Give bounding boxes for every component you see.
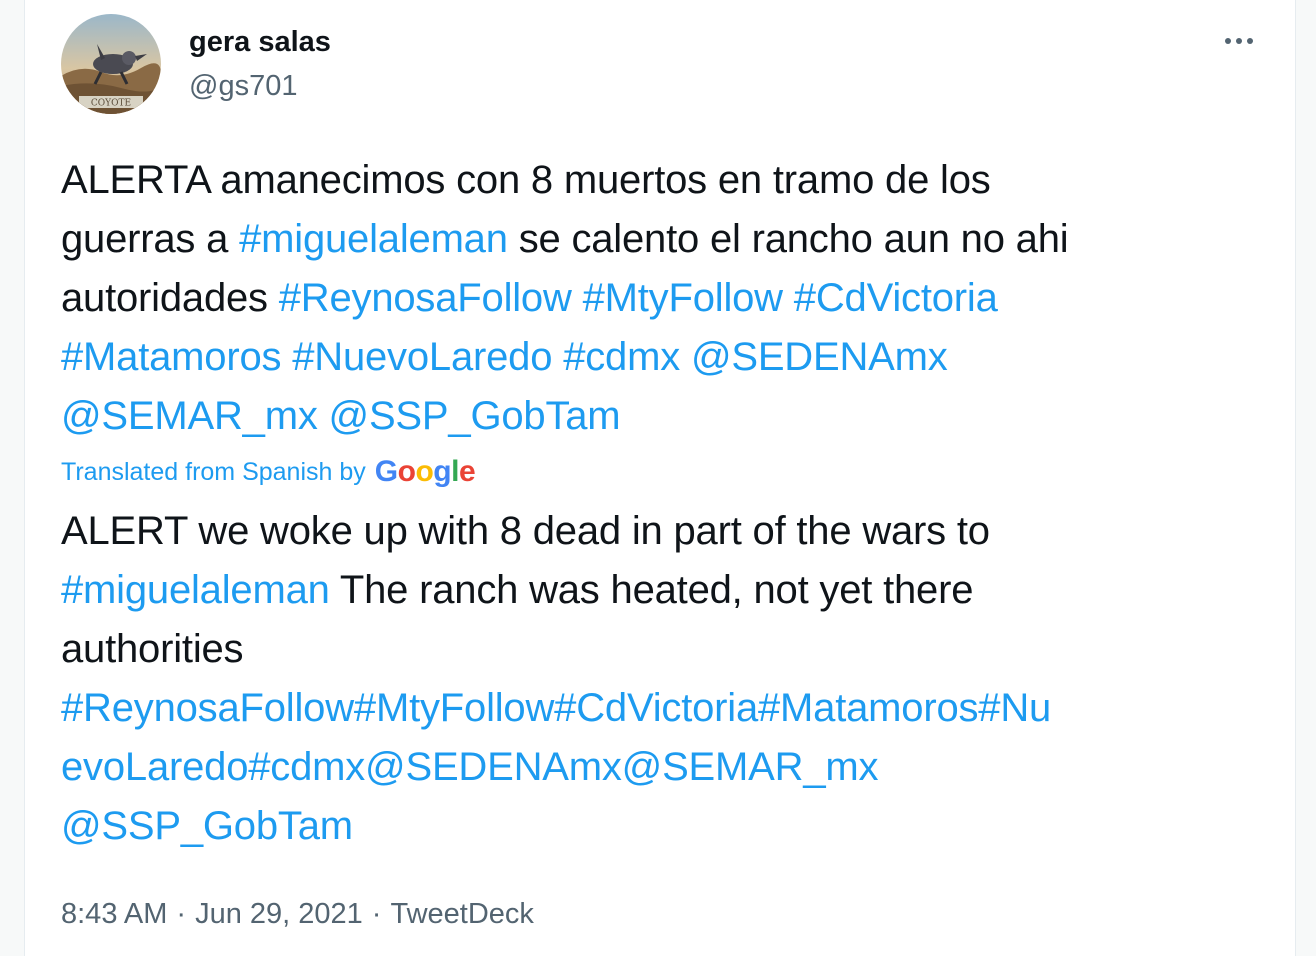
text-line: @SEMAR_mx @SSP_GobTam xyxy=(61,387,1271,446)
page: COYOTE gera salas @gs701 ALERTA amanecim… xyxy=(0,0,1316,956)
hashtag-link[interactable]: #cdmx xyxy=(563,335,680,379)
tweet-text-segment xyxy=(572,276,583,320)
google-logo-letter: l xyxy=(451,455,459,488)
tweet-text-segment: autoridades xyxy=(61,276,279,320)
hashtag-link[interactable]: #CdVictoria xyxy=(794,276,998,320)
more-horizontal-icon[interactable] xyxy=(1217,26,1261,56)
mention-link[interactable]: @SSP_GobTam xyxy=(329,394,621,438)
mention-link[interactable]: @SSP_GobTam xyxy=(61,804,353,848)
tweet-text-segment: ALERT we woke up with 8 dead in part of … xyxy=(61,509,990,553)
more-dot xyxy=(1225,38,1231,44)
text-line: #ReynosaFollow#MtyFollow#CdVictoria#Mata… xyxy=(61,679,1271,738)
tweet-source[interactable]: TweetDeck xyxy=(390,898,533,930)
tweet-text: ALERTA amanecimos con 8 muertos en tramo… xyxy=(61,151,1271,446)
translation-attribution: Translated from Spanish by Google xyxy=(61,454,476,490)
hashtag-link[interactable]: #ReynosaFollow#MtyFollow#CdVictoria#Mata… xyxy=(61,686,1051,730)
google-logo-letter: e xyxy=(458,455,476,488)
tweet-text-segment: ALERTA amanecimos con 8 muertos en tramo… xyxy=(61,158,991,202)
avatar-caption: COYOTE xyxy=(91,99,131,109)
text-line: ALERTA amanecimos con 8 muertos en tramo… xyxy=(61,151,1271,210)
separator: · xyxy=(176,898,187,930)
text-line: #miguelaleman The ranch was heated, not … xyxy=(61,561,1271,620)
avatar-image: COYOTE xyxy=(61,14,161,114)
translation-label: Translated from Spanish by xyxy=(61,457,366,486)
tweet-card: COYOTE gera salas @gs701 ALERTA amanecim… xyxy=(24,0,1296,956)
separator: · xyxy=(371,898,382,930)
hashtag-link[interactable]: #miguelaleman xyxy=(239,217,508,261)
hashtag-link[interactable]: #miguelaleman xyxy=(61,568,330,612)
tweet-text-segment xyxy=(680,335,691,379)
tweet-text-segment xyxy=(281,335,292,379)
tweet-time[interactable]: 8:43 AM xyxy=(61,898,167,930)
google-logo-letter: o xyxy=(415,455,434,488)
avatar[interactable]: COYOTE xyxy=(61,14,161,114)
tweet-meta: 8:43 AM · Jun 29, 2021 · TweetDeck xyxy=(61,894,534,934)
google-logo-letter: o xyxy=(397,455,416,488)
tweet-text-segment: authorities xyxy=(61,627,244,671)
more-dot xyxy=(1236,38,1242,44)
tweet-text-segment: guerras a xyxy=(61,217,240,261)
tweet-text-segment xyxy=(783,276,794,320)
text-line: @SSP_GobTam xyxy=(61,797,1271,856)
author-handle[interactable]: @gs701 xyxy=(189,68,297,104)
tweet-text-segment: The ranch was heated, not yet there xyxy=(329,568,974,612)
hashtag-link[interactable]: #Matamoros xyxy=(61,335,282,379)
mention-link[interactable]: @SEMAR_mx xyxy=(61,394,318,438)
more-dot xyxy=(1247,38,1253,44)
hashtag-link[interactable]: #ReynosaFollow xyxy=(279,276,572,320)
google-logo-letter: g xyxy=(433,455,452,488)
text-line: evoLaredo#cdmx@SEDENAmx@SEMAR_mx xyxy=(61,738,1271,797)
mention-link[interactable]: @SEDENAmx xyxy=(691,335,948,379)
text-line: ALERT we woke up with 8 dead in part of … xyxy=(61,502,1271,561)
hashtag-link[interactable]: #MtyFollow xyxy=(583,276,783,320)
tweet-text-segment: se calento el rancho aun no ahi xyxy=(507,217,1069,261)
text-line: autoridades #ReynosaFollow #MtyFollow #C… xyxy=(61,269,1271,328)
text-line: authorities xyxy=(61,620,1271,679)
text-line: #Matamoros #NuevoLaredo #cdmx @SEDENAmx xyxy=(61,328,1271,387)
tweet-text-segment xyxy=(552,335,563,379)
translated-text: ALERT we woke up with 8 dead in part of … xyxy=(61,502,1271,856)
tweet-date[interactable]: Jun 29, 2021 xyxy=(195,898,363,930)
google-logo: Google xyxy=(374,454,476,490)
text-line: guerras a #miguelaleman se calento el ra… xyxy=(61,210,1271,269)
tweet-text-segment xyxy=(318,394,329,438)
hashtag-link[interactable]: #NuevoLaredo xyxy=(292,335,552,379)
hashtag-link[interactable]: evoLaredo#cdmx@SEDENAmx@SEMAR_mx xyxy=(61,745,878,789)
google-logo-letter: G xyxy=(374,455,398,488)
author-display-name[interactable]: gera salas xyxy=(189,24,331,60)
